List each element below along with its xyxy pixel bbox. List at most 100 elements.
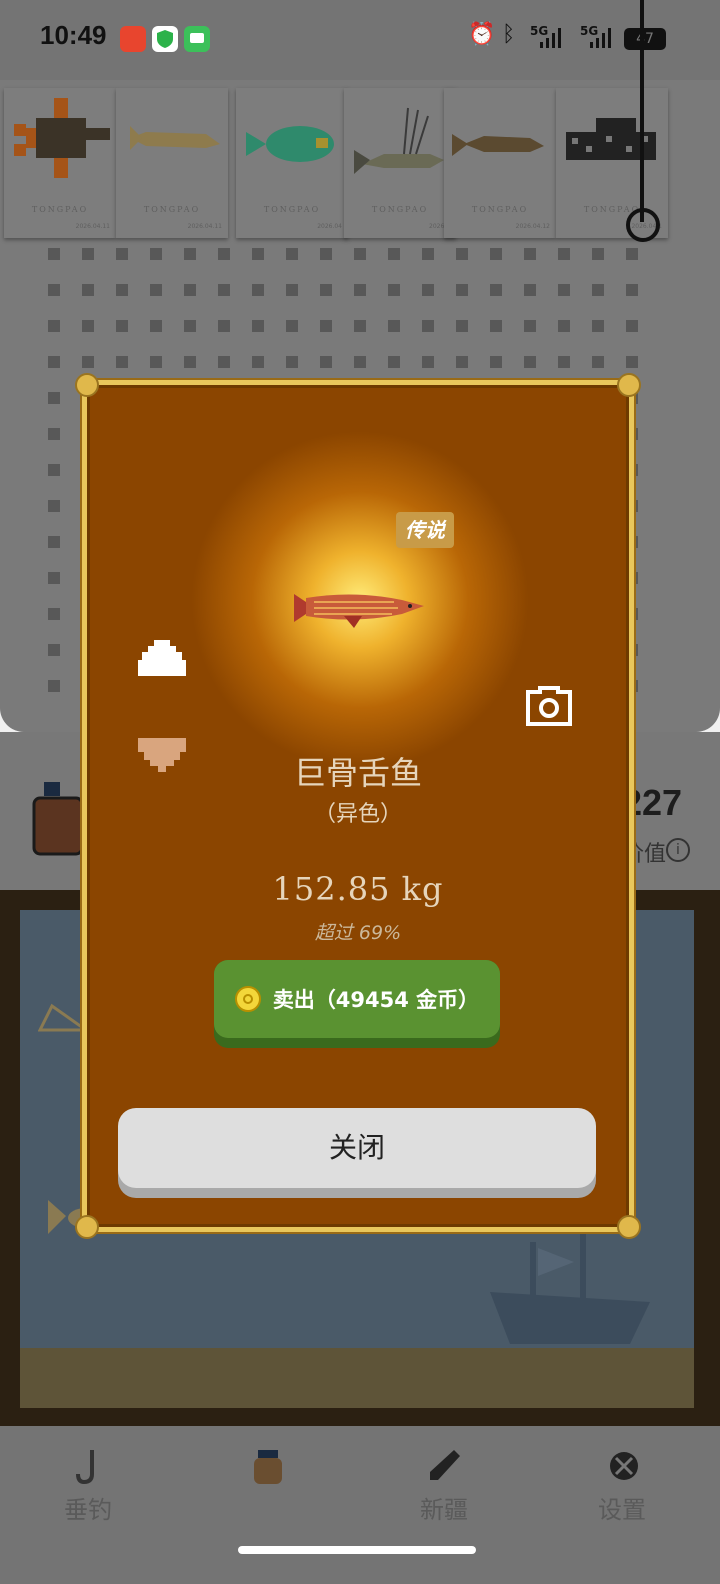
grid-dot	[150, 356, 162, 368]
bobber-icon[interactable]	[626, 208, 660, 242]
grid-dot	[626, 356, 638, 368]
fish-name: 巨骨舌鱼	[293, 754, 422, 792]
grid-dot	[48, 500, 60, 512]
grid-dot	[218, 356, 230, 368]
grid-dot	[320, 320, 332, 332]
card-brand: TONGPAO	[371, 205, 429, 214]
grid-dot	[354, 356, 366, 368]
rarity-badge: 传说	[396, 512, 454, 548]
grid-dot	[456, 320, 468, 332]
grid-dot	[422, 320, 434, 332]
grid-dot	[286, 284, 298, 296]
card-brand: TONGPAO	[143, 205, 201, 214]
grid-dot	[456, 248, 468, 260]
grid-dot	[626, 284, 638, 296]
grid-dot	[422, 356, 434, 368]
nav-xinjiang[interactable]: 新疆	[394, 1490, 494, 1525]
grid-dot	[524, 356, 536, 368]
grid-dot	[116, 284, 128, 296]
settings-icon[interactable]	[604, 1446, 644, 1486]
fishhook-icon[interactable]	[70, 1446, 110, 1486]
grid-dot	[150, 320, 162, 332]
grid-dot	[286, 320, 298, 332]
fish-variant: （异色）	[313, 802, 402, 827]
card-brand: TONGPAO	[31, 205, 89, 214]
up-arrow-icon[interactable]	[138, 640, 186, 676]
bait-bag-icon[interactable]	[30, 782, 86, 862]
fishing-line	[640, 0, 644, 222]
grid-dot	[82, 284, 94, 296]
fish-card[interactable]: TONGPAO 2026.0	[344, 88, 456, 238]
grid-dot	[320, 356, 332, 368]
fish-card[interactable]: TONGPAO 2026.04.11	[4, 88, 116, 238]
grid-dot	[252, 284, 264, 296]
sturgeon-icon	[130, 126, 220, 150]
grid-dot	[490, 356, 502, 368]
bottle-icon[interactable]	[424, 1446, 464, 1486]
grid-dot	[48, 680, 60, 692]
shipwreck-icon	[490, 1232, 650, 1344]
card-brand: TONGPAO	[471, 205, 529, 214]
fish-card[interactable]: TONGPAO 2026.04.11	[116, 88, 228, 238]
grid-dot	[218, 320, 230, 332]
grid-dot	[218, 284, 230, 296]
grid-dot	[354, 248, 366, 260]
catfish-icon	[452, 134, 544, 156]
grid-dot	[490, 320, 502, 332]
home-indicator[interactable]	[238, 1546, 476, 1554]
grid-dot	[558, 248, 570, 260]
roosterfish-icon	[354, 107, 444, 174]
nav-fishing[interactable]: 垂钓	[38, 1490, 138, 1525]
close-button[interactable]: 关闭	[118, 1108, 596, 1188]
grid-dot	[82, 356, 94, 368]
grid-dot	[48, 644, 60, 656]
grid-dot	[48, 320, 60, 332]
grid-dot	[116, 320, 128, 332]
card-date: 2026.04.11	[187, 223, 222, 230]
sell-button[interactable]: 卖出（49454 金币）	[214, 960, 500, 1038]
grid-dot	[150, 248, 162, 260]
grid-dot	[388, 320, 400, 332]
grid-dot	[592, 284, 604, 296]
grid-dot	[490, 248, 502, 260]
grid-dot	[422, 248, 434, 260]
card-date: 2026.04.12	[515, 223, 550, 230]
grid-dot	[184, 284, 196, 296]
grid-dot	[82, 320, 94, 332]
bait-jar-icon[interactable]	[248, 1446, 288, 1486]
grid-dot	[184, 248, 196, 260]
frame-corner	[75, 1215, 99, 1239]
grid-dot	[48, 536, 60, 548]
grid-dot	[286, 248, 298, 260]
grid-dot	[558, 356, 570, 368]
grid-dot	[320, 248, 332, 260]
grid-dot	[558, 320, 570, 332]
camera-icon[interactable]	[526, 686, 572, 726]
grid-dot	[48, 608, 60, 620]
grid-dot	[456, 284, 468, 296]
grid-dot	[388, 284, 400, 296]
grid-dot	[592, 320, 604, 332]
grid-dot	[388, 356, 400, 368]
pond-bed	[20, 1348, 694, 1408]
grid-dot	[354, 284, 366, 296]
grid-dot	[524, 248, 536, 260]
grid-dot	[252, 320, 264, 332]
sell-button-label: 卖出（49454 金币）	[272, 988, 480, 1012]
arapaima-fish-icon	[294, 594, 424, 628]
grid-dot	[218, 248, 230, 260]
grid-dot	[184, 356, 196, 368]
coin-icon	[234, 986, 261, 1012]
grid-dot	[252, 356, 264, 368]
pleco-icon	[566, 118, 656, 160]
grid-dot	[48, 284, 60, 296]
fish-card[interactable]: TONGPAO 2026.04.12	[444, 88, 556, 238]
grid-dot	[626, 320, 638, 332]
swimming-fish-icon	[38, 1003, 88, 1032]
grid-dot	[82, 248, 94, 260]
grid-dot	[456, 356, 468, 368]
fish-card[interactable]: TONGPAO 2026.04	[236, 88, 348, 238]
info-icon[interactable]: i	[666, 838, 690, 862]
card-date: 2026.04.11	[75, 223, 110, 230]
nav-settings[interactable]: 设置	[572, 1490, 672, 1525]
